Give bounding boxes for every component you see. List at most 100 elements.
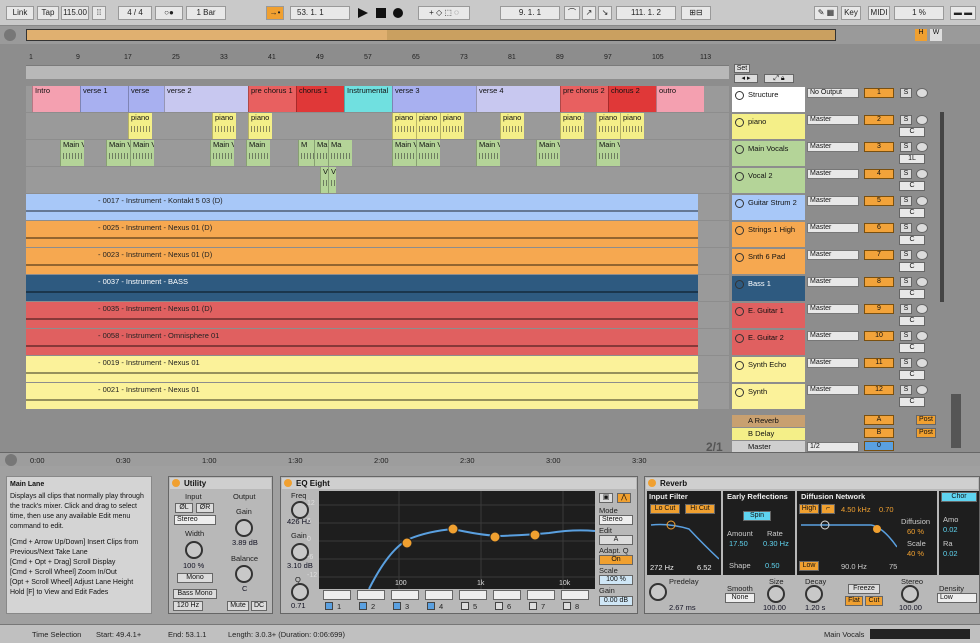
track-fold-icon[interactable] [735,226,744,235]
filter-type-icon[interactable] [425,590,453,600]
vocal2-clip[interactable]: V [320,167,328,193]
output-select[interactable]: Master [807,115,859,125]
vocal-clip[interactable]: Main Vocals [60,140,84,166]
q-value[interactable]: 0.71 [291,601,306,610]
track-activator[interactable]: 7 [864,250,894,260]
eq-band-4-handle[interactable] [529,529,541,541]
track-header[interactable]: Synth Master 12 S C [730,383,980,409]
structure-clip[interactable]: Intro [32,86,80,112]
output-select[interactable]: Master [807,250,859,260]
midi-map-button[interactable]: MIDI [868,6,890,20]
clip-view-icon[interactable] [5,454,17,466]
track-activator[interactable]: 10 [864,331,894,341]
chorus-rate-value[interactable]: 0.02 [943,549,958,558]
track-name[interactable]: Bass 1 [732,276,805,301]
band-enable-checkbox[interactable] [461,602,469,610]
q-knob[interactable] [291,583,309,601]
amount-value[interactable]: 17.50 [729,539,748,548]
track-fold-icon[interactable] [735,280,744,289]
solo-button[interactable]: S [900,142,912,152]
track-fold-icon[interactable] [735,118,744,127]
track-header[interactable]: E. Guitar 2 Master 10 S C [730,329,980,355]
output-select[interactable]: Master [807,358,859,368]
track-activator[interactable]: 11 [864,358,894,368]
metronome-button[interactable]: ○● [155,6,183,20]
vocal-clip[interactable]: Main V [392,140,416,166]
decay-knob[interactable] [805,585,823,603]
eq-adapt-icon[interactable]: ⋀ [617,493,631,503]
piano-clip[interactable]: piano 2 [560,113,584,139]
structure-clip[interactable]: verse 1 [80,86,128,112]
structure-clip[interactable]: verse [128,86,164,112]
return-track[interactable]: B Delay B Post [730,427,980,440]
vocal-clip[interactable]: Main Vocals [596,140,620,166]
reverb-title[interactable]: Reverb [646,478,978,489]
monitor-button[interactable]: C [899,316,925,326]
eq-display[interactable] [319,491,595,589]
eq-fft-icon[interactable]: ▣ [599,493,613,503]
track-activator[interactable]: 3 [864,142,894,152]
eq-band-control[interactable]: 3 [391,590,421,612]
stereo-knob[interactable] [901,585,919,603]
piano-clip[interactable]: piano [440,113,464,139]
track-name[interactable]: piano [732,114,805,139]
solo-button[interactable]: S [900,223,912,233]
instrument-clip[interactable]: - 0037 - Instrument - BASS [26,275,698,301]
vocal-clip[interactable]: Ma [328,140,352,166]
track-name[interactable]: Strings 1 High [732,222,805,247]
structure-clip[interactable]: Instrumental [344,86,392,112]
low-q-value[interactable]: 75 [889,562,897,571]
balance-knob[interactable] [235,565,253,583]
solo-button[interactable]: S [900,115,912,125]
band-enable-checkbox[interactable] [325,602,333,610]
monitor-button[interactable]: C [899,289,925,299]
nudge-icon[interactable]: ⁞⁞ [92,6,106,20]
lo-cut-button[interactable]: Lo Cut [650,504,680,514]
arm-button[interactable] [916,250,928,260]
vocal-clip[interactable]: Main Vocals [416,140,440,166]
predelay-knob[interactable] [649,583,667,601]
structure-clip[interactable]: verse 4 [476,86,560,112]
track-fold-icon[interactable] [735,253,744,262]
bar-ruler[interactable]: 1 9 17 25 33 41 49 57 65 73 81 89 97 105 113 [26,53,729,63]
return-activator[interactable]: 0 [864,441,894,451]
stop-icon[interactable] [376,8,386,18]
quantization-menu[interactable]: 1 Bar [186,6,226,20]
solo-button[interactable]: S [900,358,912,368]
draw-icon[interactable]: ✎ ▦ [814,6,838,20]
gain-value[interactable]: 3.89 dB [232,538,258,547]
output-select[interactable]: Master [807,223,859,233]
w-button[interactable]: W [930,29,942,41]
decay-value[interactable]: 1.20 s [805,603,825,612]
structure-clip[interactable]: verse 2 [164,86,248,112]
monitor-button[interactable]: C [899,370,925,380]
eq-band-3-handle[interactable] [489,531,501,543]
instrument-clip[interactable]: - 0017 - Instrument - Kontakt 5 03 (D) [26,194,698,220]
bass-mono-freq[interactable]: 120 Hz [173,601,203,611]
arm-button[interactable] [916,331,928,341]
piano-lane[interactable]: piano piano piano piano piano piano piano piano… [26,113,698,139]
track-name[interactable]: Synth Echo [732,357,805,382]
collapse-icon[interactable] [4,29,16,41]
track-activator[interactable]: 9 [864,304,894,314]
gain-knob[interactable] [235,519,253,537]
output-select[interactable]: Master [807,331,859,341]
structure-clip[interactable]: chorus 2 [608,86,656,112]
output-select[interactable]: Master [807,142,859,152]
track-name[interactable]: Guitar Strum 2 [732,195,805,220]
eq-band-2-handle[interactable] [447,523,459,535]
edit-toggle[interactable]: A [599,535,633,545]
low-shelf-button[interactable]: Low [799,561,819,571]
arm-button[interactable] [916,223,928,233]
return-track[interactable]: A Reverb A Post [730,414,980,427]
play-icon[interactable] [358,8,368,18]
input-filter-panel[interactable]: Input Filter Lo Cut Hi Cut 272 Hz 6.52 [647,491,721,575]
diffusion-value[interactable]: 60 % [907,527,924,536]
utility-title[interactable]: Utility [170,478,271,489]
piano-clip[interactable]: piano [416,113,440,139]
vocal-clip[interactable]: Main V [210,140,234,166]
instrument-clip[interactable]: - 0058 - Instrument - Omnisphere 01 [26,329,698,355]
band-enable-checkbox[interactable] [427,602,435,610]
monitor-button[interactable]: C [899,343,925,353]
width-knob[interactable] [185,541,203,559]
